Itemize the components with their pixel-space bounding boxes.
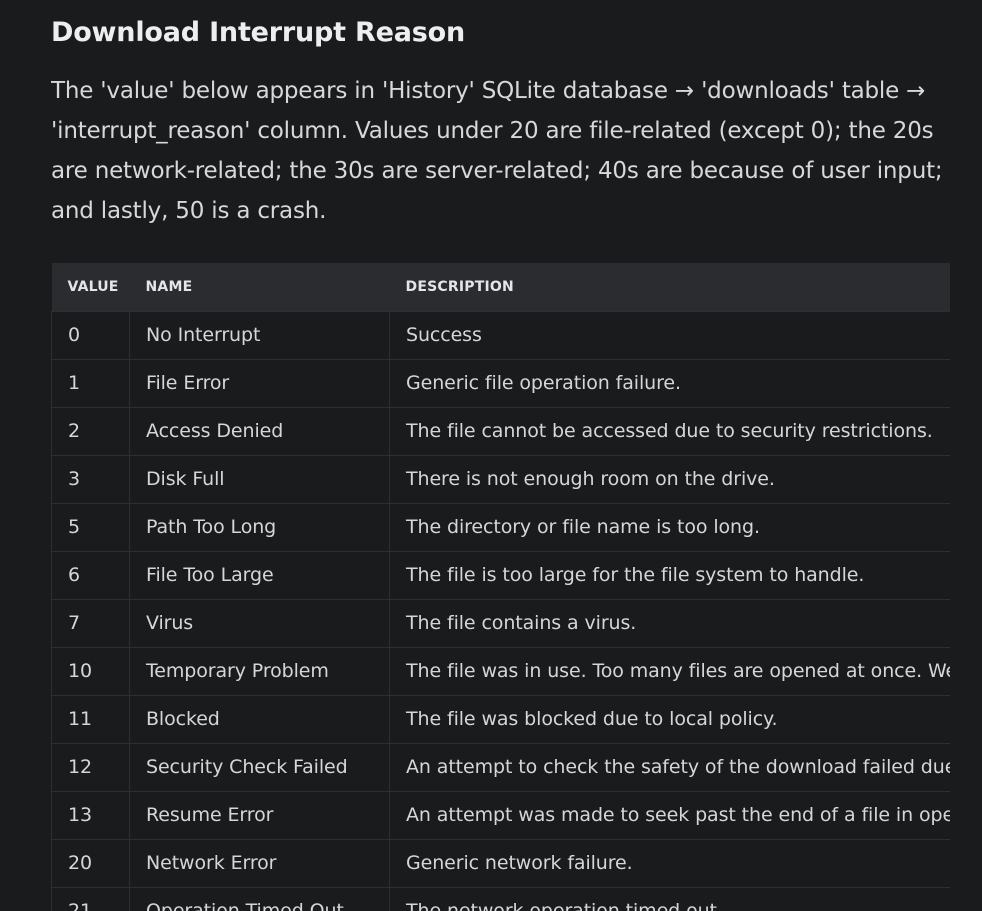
cell-value: 20 bbox=[51, 838, 130, 888]
table-row: 0 No Interrupt Success bbox=[51, 310, 950, 360]
cell-name: File Error bbox=[129, 358, 390, 408]
cell-value: 5 bbox=[51, 502, 130, 552]
page: Download Interrupt Reason The 'value' be… bbox=[51, 0, 982, 911]
cell-description: The file was in use. Too many files are … bbox=[389, 646, 950, 696]
table-row: 1 File Error Generic file operation failur… bbox=[51, 358, 950, 408]
cell-value: 3 bbox=[51, 454, 130, 504]
cell-name: File Too Large bbox=[129, 550, 390, 600]
table-row: 21 Operation Timed Out The network operati… bbox=[51, 886, 950, 911]
table-row: 5 Path Too Long The directory or file name… bbox=[51, 502, 950, 552]
cell-name: Blocked bbox=[129, 694, 390, 744]
cell-name: Resume Error bbox=[129, 790, 390, 840]
cell-description: The network operation timed out. bbox=[389, 886, 950, 911]
interrupt-reason-table: VALUE NAME DESCRIPTION 0 No Interrupt Succ… bbox=[51, 263, 950, 911]
table-row: 13 Resume Error An attempt was made to see… bbox=[51, 790, 950, 840]
header-description: DESCRIPTION bbox=[405, 278, 514, 295]
table-row: 12 Security Check Failed An attempt to che… bbox=[51, 742, 950, 792]
cell-name: Disk Full bbox=[129, 454, 390, 504]
cell-value: 21 bbox=[51, 886, 130, 911]
cell-name: Operation Timed Out bbox=[129, 886, 390, 911]
cell-value: 10 bbox=[51, 646, 130, 696]
table-header-row: VALUE NAME DESCRIPTION bbox=[51, 263, 950, 311]
cell-name: Virus bbox=[129, 598, 390, 648]
cell-description: Generic network failure. bbox=[389, 838, 950, 888]
cell-name: Security Check Failed bbox=[129, 742, 390, 792]
table-row: 10 Temporary Problem The file was in use. … bbox=[51, 646, 950, 696]
cell-value: 2 bbox=[51, 406, 130, 456]
cell-description: An attempt to check the safety of the do… bbox=[389, 742, 950, 792]
cell-name: Path Too Long bbox=[129, 502, 390, 552]
header-name: NAME bbox=[145, 278, 193, 295]
table-row: 3 Disk Full There is not enough room on th… bbox=[51, 454, 950, 504]
cell-value: 11 bbox=[51, 694, 130, 744]
table-row: 7 Virus The file contains a virus. bbox=[51, 598, 950, 648]
page-title: Download Interrupt Reason bbox=[51, 17, 466, 48]
cell-value: 0 bbox=[51, 310, 130, 360]
cell-description: The file was blocked due to local policy… bbox=[389, 694, 950, 744]
cell-value: 12 bbox=[51, 742, 130, 792]
cell-name: No Interrupt bbox=[129, 310, 390, 360]
cell-description: The file contains a virus. bbox=[389, 598, 950, 648]
cell-description: The directory or file name is too long. bbox=[389, 502, 950, 552]
header-value: VALUE bbox=[67, 278, 119, 295]
cell-value: 7 bbox=[51, 598, 130, 648]
cell-description: An attempt was made to seek past the end… bbox=[389, 790, 950, 840]
cell-name: Access Denied bbox=[129, 406, 390, 456]
cell-description: The file is too large for the file syste… bbox=[389, 550, 950, 600]
cell-value: 6 bbox=[51, 550, 130, 600]
cell-name: Network Error bbox=[129, 838, 390, 888]
cell-description: The file cannot be accessed due to secur… bbox=[389, 406, 950, 456]
cell-description: There is not enough room on the drive. bbox=[389, 454, 950, 504]
interrupt-reason-table-container[interactable]: VALUE NAME DESCRIPTION 0 No Interrupt Succ… bbox=[51, 263, 950, 911]
table-row: 6 File Too Large The file is too large for… bbox=[51, 550, 950, 600]
cell-description: Success bbox=[389, 310, 950, 360]
table-row: 20 Network Error Generic network failure. bbox=[51, 838, 950, 888]
cell-name: Temporary Problem bbox=[129, 646, 390, 696]
cell-value: 1 bbox=[51, 358, 130, 408]
intro-paragraph: The 'value' below appears in 'History' S… bbox=[51, 78, 943, 224]
cell-description: Generic file operation failure. bbox=[389, 358, 950, 408]
table-header: VALUE NAME DESCRIPTION bbox=[51, 263, 950, 311]
cell-value: 13 bbox=[51, 790, 130, 840]
table-body: 0 No Interrupt Success 1 File Error Generic f… bbox=[51, 310, 950, 911]
table-row: 2 Access Denied The file cannot be accesse… bbox=[51, 406, 950, 456]
table-row: 11 Blocked The file was blocked due to loc… bbox=[51, 694, 950, 744]
